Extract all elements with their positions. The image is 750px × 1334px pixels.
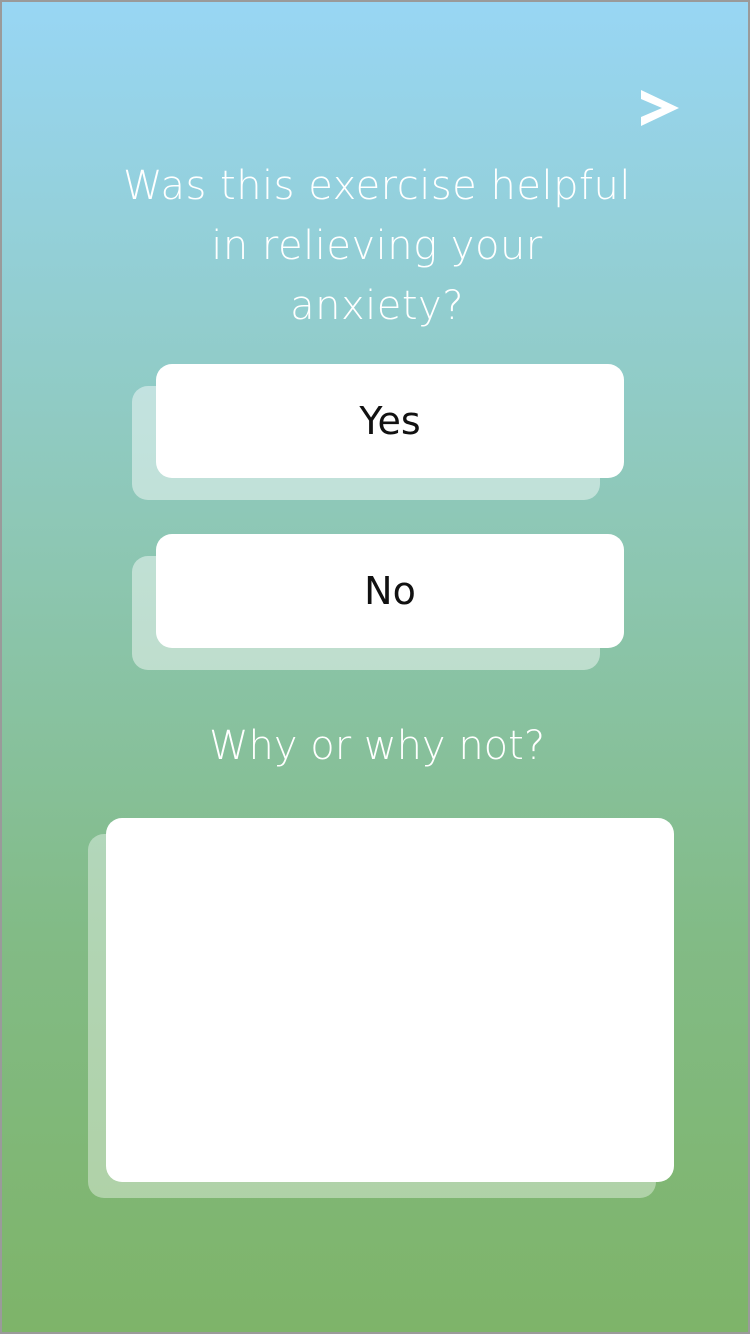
reason-input[interactable] [106, 818, 674, 1182]
question-line-1: Was this exercise helpful [122, 163, 632, 209]
feedback-screen: Was this exercise helpful in relieving y… [0, 0, 750, 1334]
question-line-3: anxiety? [290, 283, 464, 329]
question-heading: Was this exercise helpful in relieving y… [102, 156, 652, 336]
next-arrow-icon[interactable] [638, 86, 682, 130]
follow-up-label: Why or why not? [208, 723, 546, 769]
no-button[interactable]: No [156, 534, 624, 648]
question-line-2: in relieving your [211, 223, 543, 269]
yes-button[interactable]: Yes [156, 364, 624, 478]
